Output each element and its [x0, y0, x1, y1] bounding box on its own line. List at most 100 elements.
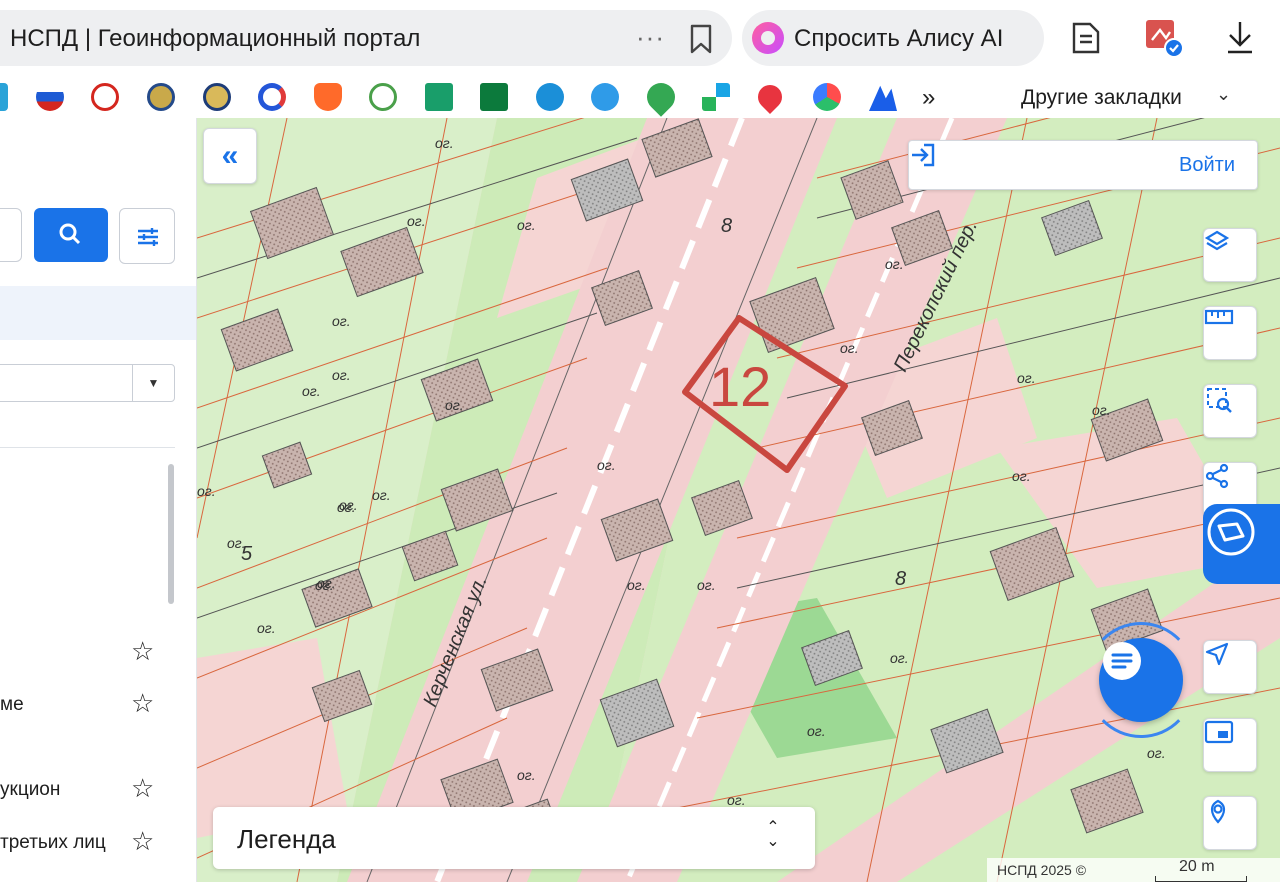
bookmark-favicon[interactable]: [36, 83, 64, 111]
svg-text:ог.: ог.: [257, 620, 276, 636]
house-number: 8: [721, 215, 732, 237]
svg-text:ог.: ог.: [517, 767, 536, 783]
svg-text:ог.: ог.: [517, 217, 536, 233]
list-item-label: укцион: [0, 779, 61, 800]
bookmark-favicon[interactable]: [591, 83, 619, 111]
chat-button[interactable]: [1099, 638, 1183, 722]
svg-text:ог.: ог.: [332, 313, 351, 329]
scale-bar: [1155, 876, 1247, 882]
house-number: 5: [241, 543, 253, 565]
other-bookmarks-folder[interactable]: Другие закладки: [1021, 86, 1182, 110]
search-icon: [59, 223, 81, 245]
svg-text:ог.: ог.: [885, 256, 904, 272]
picture-in-picture-icon: [1204, 720, 1234, 744]
address-bar[interactable]: НСПД | Геоинформационный портал ···: [0, 10, 732, 66]
bookmark-favicon[interactable]: [314, 83, 342, 111]
search-input[interactable]: [0, 208, 22, 262]
svg-text:ог.: ог.: [807, 723, 826, 739]
bookmark-favicon[interactable]: [147, 83, 175, 111]
star-icon[interactable]: ☆: [131, 636, 154, 666]
bookmark-favicon[interactable]: [425, 83, 453, 111]
svg-text:ог.: ог.: [1012, 468, 1031, 484]
legend-panel[interactable]: Легенда ⌃ ⌄: [213, 807, 815, 869]
double-chevron-left-icon: «: [221, 139, 239, 172]
list-item-label: ме: [0, 694, 24, 715]
extension-icon[interactable]: [1144, 18, 1184, 58]
filter-icon: [138, 228, 158, 246]
expand-collapse-icon[interactable]: ⌃ ⌄: [761, 820, 785, 850]
assistant-button[interactable]: [1203, 504, 1280, 584]
svg-text:ог.: ог.: [302, 383, 321, 399]
svg-text:ог.: ог.: [197, 483, 216, 499]
select-area-button[interactable]: [1203, 384, 1257, 438]
svg-text:ог.: ог.: [339, 497, 358, 513]
bookmark-favicon[interactable]: [258, 83, 286, 111]
svg-text:ог.: ог.: [727, 792, 746, 808]
chevron-down-icon[interactable]: ⌄: [1216, 84, 1231, 105]
search-button[interactable]: [34, 208, 108, 262]
svg-text:ог.: ог.: [597, 457, 616, 473]
scale-label: 20 m: [1179, 858, 1215, 875]
collapse-sidebar-button[interactable]: «: [203, 128, 257, 184]
browser-toolbar: НСПД | Геоинформационный портал ··· Спро…: [0, 0, 1280, 76]
chat-icon: [1103, 642, 1141, 680]
bookmark-favicon[interactable]: [91, 83, 119, 111]
list-item[interactable]: ме ☆: [0, 688, 175, 722]
bookmark-favicon[interactable]: [536, 83, 564, 111]
layers-icon: [1204, 230, 1230, 251]
svg-text:ог.: ог.: [317, 575, 336, 591]
map-canvas[interactable]: ог. ог. ог. ог. ог. ог. ог. ог. ог. ог. ог. ог…: [197, 118, 1280, 882]
star-icon[interactable]: ☆: [131, 773, 154, 803]
house-number: 8: [895, 568, 906, 590]
minimap-button[interactable]: [1203, 718, 1257, 772]
svg-text:ог.: ог.: [332, 367, 351, 383]
login-label: Войти: [1179, 153, 1235, 176]
bookmark-favicon[interactable]: [480, 83, 508, 111]
sidebar-section-header: [0, 286, 196, 340]
svg-text:ог.: ог.: [1147, 745, 1166, 761]
tab-title: НСПД | Геоинформационный портал: [10, 25, 421, 52]
parcel-number: 12: [709, 355, 771, 418]
layers-button[interactable]: [1203, 228, 1257, 282]
svg-text:ог.: ог.: [697, 577, 716, 593]
ruler-icon: [1204, 309, 1234, 325]
more-icon[interactable]: ···: [636, 22, 665, 53]
star-icon[interactable]: ☆: [131, 688, 154, 718]
bookmark-favicon[interactable]: [203, 83, 231, 111]
dropdown-arrow-icon: ▼: [132, 365, 174, 401]
list-item-label: третьих лиц: [0, 832, 106, 853]
svg-text:ог.: ог.: [1017, 370, 1036, 386]
bookmark-favicon[interactable]: [813, 83, 841, 111]
svg-text:ог.: ог.: [435, 135, 454, 151]
ask-alice-button[interactable]: Спросить Алису AI: [742, 10, 1044, 66]
login-icon: [912, 143, 935, 167]
svg-text:ог.: ог.: [372, 487, 391, 503]
cadastral-map[interactable]: ог. ог. ог. ог. ог. ог. ог. ог. ог. ог. ог. ог…: [197, 118, 1280, 882]
category-select[interactable]: ▼: [0, 364, 175, 402]
svg-text:ог.: ог.: [890, 650, 909, 666]
bookmark-favicon[interactable]: [702, 83, 730, 111]
measure-button[interactable]: [1203, 306, 1257, 360]
download-icon[interactable]: [1222, 18, 1262, 58]
svg-text:ог.: ог.: [407, 213, 426, 229]
bookmarks-overflow-button[interactable]: »: [922, 84, 935, 112]
star-icon[interactable]: ☆: [131, 826, 154, 856]
list-item[interactable]: ☆: [0, 636, 175, 670]
share-icon: [1205, 463, 1229, 489]
sidebar-scrollbar[interactable]: [168, 464, 174, 604]
filter-button[interactable]: [119, 208, 175, 264]
bookmark-favicon[interactable]: [369, 83, 397, 111]
list-item[interactable]: третьих лиц ☆: [0, 826, 175, 860]
reader-icon[interactable]: [1066, 18, 1106, 58]
sidebar: ▼ ☆ ме ☆ укцион ☆ третьих лиц ☆: [0, 118, 197, 882]
login-button[interactable]: Войти: [908, 140, 1258, 190]
list-item[interactable]: укцион ☆: [0, 773, 175, 807]
bookmark-icon[interactable]: [688, 24, 714, 54]
select-area-icon: [1207, 388, 1232, 413]
locate-button[interactable]: [1203, 640, 1257, 694]
divider: [0, 447, 175, 448]
svg-text:ог.: ог.: [445, 397, 464, 413]
bookmark-favicon[interactable]: [0, 83, 8, 111]
location-arrow-icon: [1205, 642, 1229, 666]
geo-search-button[interactable]: [1203, 796, 1257, 850]
